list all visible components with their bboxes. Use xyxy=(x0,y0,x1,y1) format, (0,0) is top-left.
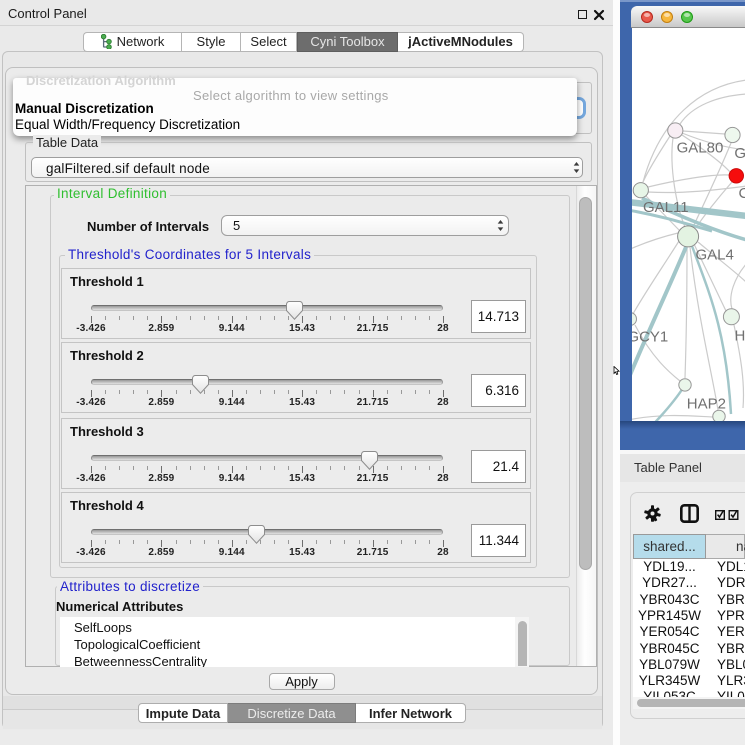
svg-text:H: H xyxy=(735,328,745,345)
svg-text:HAP2: HAP2 xyxy=(687,396,726,413)
svg-text:GAL11: GAL11 xyxy=(643,199,689,216)
svg-text:GAL80: GAL80 xyxy=(677,140,724,157)
svg-text:GAL4: GAL4 xyxy=(696,247,734,264)
svg-text:GCY1: GCY1 xyxy=(632,329,668,346)
svg-text:C: C xyxy=(739,185,745,202)
svg-text:GA: GA xyxy=(734,145,745,162)
